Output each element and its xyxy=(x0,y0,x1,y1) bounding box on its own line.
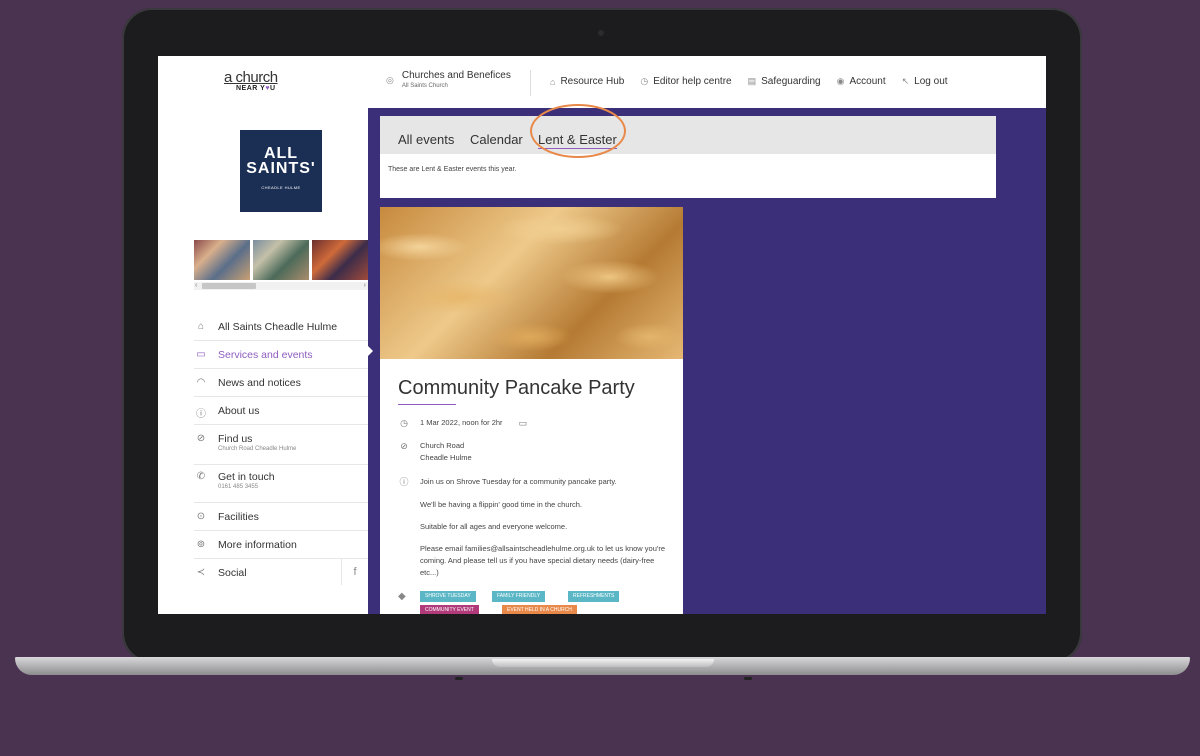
church-subtitle: All Saints Church xyxy=(401,83,448,89)
laptop-foot xyxy=(744,677,752,680)
editor-help-link[interactable]: ◷ Editor help centre xyxy=(640,76,731,87)
header-divider xyxy=(530,70,531,96)
tab-calendar[interactable]: Calendar xyxy=(470,132,523,147)
active-item-pointer xyxy=(368,346,373,356)
resource-hub-link[interactable]: ⌂ Resource Hub xyxy=(550,76,624,87)
scroll-left-icon[interactable]: ‹ xyxy=(195,282,197,289)
add-to-calendar-icon[interactable]: ▭ xyxy=(519,417,528,429)
event-contact-text: Please email families@allsaintscheadlehu… xyxy=(420,544,665,577)
tab-description: These are Lent & Easter events this year… xyxy=(388,166,517,173)
clock-icon: ◷ xyxy=(400,418,408,428)
title-underline xyxy=(398,404,456,405)
building-icon: ⌂ xyxy=(550,76,556,87)
news-icon: ◠ xyxy=(196,377,206,388)
question-icon: ◷ xyxy=(640,76,649,86)
sidebar-item-news[interactable]: ◠ News and notices xyxy=(194,369,368,397)
church-crest-logo: ALL SAINTS' CHEADLE HULME xyxy=(240,130,322,212)
facebook-icon[interactable]: f xyxy=(341,559,368,585)
check-icon: ⊙ xyxy=(196,511,206,522)
gallery-photo[interactable] xyxy=(194,240,250,280)
logo-text-top: a church xyxy=(224,69,278,86)
calendar-icon: ▭ xyxy=(196,349,206,360)
tag-family-friendly[interactable]: FAMILY FRIENDLY xyxy=(492,591,546,602)
camera-icon xyxy=(598,30,604,36)
info-icon: ⓘ xyxy=(196,409,206,420)
laptop-notch xyxy=(492,659,714,667)
event-datetime: ◷ 1 Mar 2022, noon for 2hr ▭ xyxy=(398,417,527,429)
event-title[interactable]: Community Pancake Party xyxy=(398,377,635,400)
logout-link[interactable]: ↖ Log out xyxy=(902,76,948,87)
church-selector[interactable]: ◎ Churches and Benefices All Saints Chur… xyxy=(386,70,511,89)
help-icon: ⊚ xyxy=(196,539,206,550)
sidebar-nav: ⌂ All Saints Cheadle Hulme ▭ Services an… xyxy=(194,314,368,587)
sidebar-item-find-us[interactable]: ⊘ Find us Church Road Cheadle Hulme xyxy=(194,425,368,465)
browser-screen: a church NEAR Y♥U ◎ Churches and Benefic… xyxy=(158,56,1046,614)
logo-text-bottom: NEAR Y♥U xyxy=(236,85,276,92)
scroll-right-icon[interactable]: › xyxy=(364,282,366,289)
phone-icon: ✆ xyxy=(196,471,206,482)
sidebar-item-get-in-touch[interactable]: ✆ Get in touch 0161 485 3455 xyxy=(194,465,368,503)
church-icon: ◎ xyxy=(386,75,394,85)
tag-community-event[interactable]: COMMUNITY EVENT xyxy=(420,605,479,614)
sidebar-item-about[interactable]: ⓘ About us xyxy=(194,397,368,425)
home-icon: ⌂ xyxy=(197,321,205,332)
tag-icon: ◆ xyxy=(398,591,406,602)
logout-icon: ↖ xyxy=(901,76,910,86)
gallery-scrollbar[interactable]: ‹ › xyxy=(194,282,368,290)
event-description: ⓘ Join us on Shrove Tuesday for a commun… xyxy=(399,477,617,487)
sidebar-item-services-events[interactable]: ▭ Services and events xyxy=(194,341,368,369)
event-image xyxy=(380,207,683,359)
scrollbar-thumb[interactable] xyxy=(202,283,256,289)
church-title: Churches and Benefices xyxy=(401,70,511,81)
laptop-foot xyxy=(455,677,463,680)
gallery-photo[interactable] xyxy=(253,240,309,280)
gallery-photo[interactable] xyxy=(312,240,368,280)
event-desc-line: We'll be having a flippin' good time in … xyxy=(420,500,582,509)
header-nav: ⌂ Resource Hub ◷ Editor help centre ▤ Safeg… xyxy=(550,76,948,87)
events-tabs-panel: All events Calendar Lent & Easter These … xyxy=(380,104,996,198)
sidebar-item-more-info[interactable]: ⊚ More information xyxy=(194,531,368,559)
user-icon: ◉ xyxy=(836,76,845,86)
tag-shrove-tuesday[interactable]: SHROVE TUESDAY xyxy=(420,591,476,602)
tabs-bar: All events Calendar Lent & Easter xyxy=(380,116,996,154)
photo-gallery[interactable] xyxy=(194,240,368,280)
tag-event-held-in-church[interactable]: EVENT HELD IN A CHURCH xyxy=(502,605,577,614)
tab-all-events[interactable]: All events xyxy=(398,132,454,147)
event-card[interactable]: Community Pancake Party ◷ 1 Mar 2022, no… xyxy=(380,207,683,614)
location-icon: ⊘ xyxy=(400,441,408,451)
shield-icon: ▤ xyxy=(747,76,757,86)
event-location: ⊘ Church Road Cheadle Hulme xyxy=(398,440,471,464)
info-icon: ⓘ xyxy=(399,477,409,487)
share-icon: ≺ xyxy=(196,567,206,578)
sidebar-item-facilities[interactable]: ⊙ Facilities xyxy=(194,503,368,531)
site-logo[interactable]: a church NEAR Y♥U xyxy=(224,70,290,94)
location-icon: ⊘ xyxy=(196,433,206,444)
top-bar: a church NEAR Y♥U ◎ Churches and Benefic… xyxy=(158,56,1046,108)
account-link[interactable]: ◉ Account xyxy=(837,76,886,87)
event-desc-line: Suitable for all ages and everyone welco… xyxy=(420,522,568,531)
highlight-circle xyxy=(530,104,626,158)
sidebar-item-home[interactable]: ⌂ All Saints Cheadle Hulme xyxy=(194,314,368,341)
phone-number: 0161 485 3455 xyxy=(218,484,259,490)
tag-refreshments[interactable]: REFRESHMENTS xyxy=(568,591,620,602)
safeguarding-link[interactable]: ▤ Safeguarding xyxy=(748,76,821,87)
sidebar-item-social[interactable]: ≺ Social f xyxy=(194,559,368,587)
find-us-address: Church Road Cheadle Hulme xyxy=(218,446,297,452)
sidebar: ALL SAINTS' CHEADLE HULME ‹ › ⌂ All Sain… xyxy=(194,108,368,614)
